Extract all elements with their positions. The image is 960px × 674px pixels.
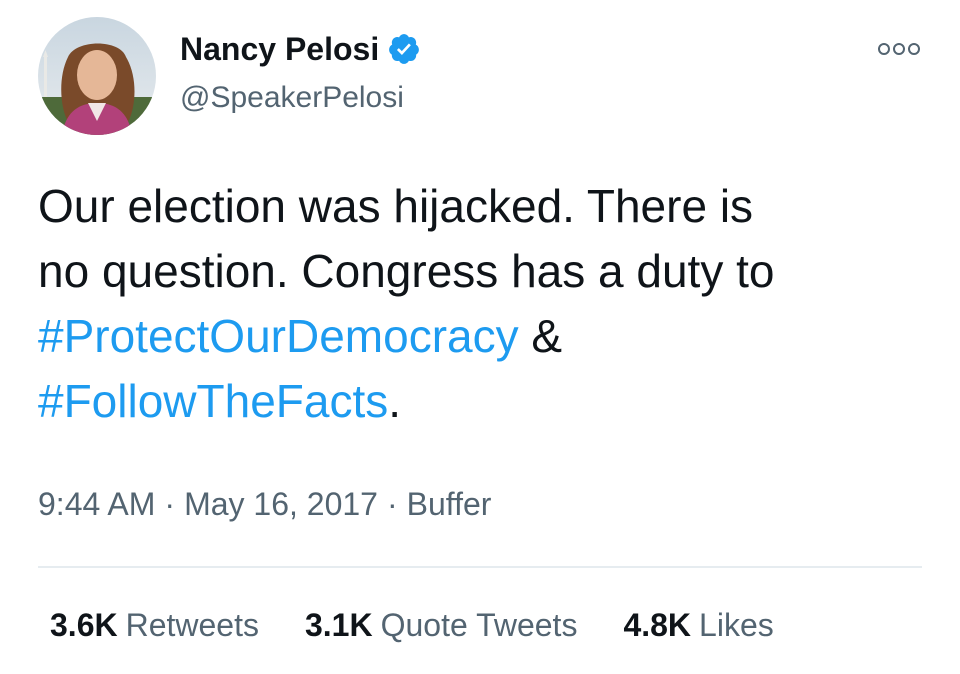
- likes-count: 4.8K: [623, 607, 692, 643]
- meta-separator: ·: [386, 486, 398, 522]
- likes-label: Likes: [699, 607, 774, 643]
- tweet-card: Nancy Pelosi @SpeakerPelosi Our election…: [0, 0, 960, 674]
- quote-tweets-stat[interactable]: 3.1K Quote Tweets: [305, 605, 577, 645]
- retweets-label: Retweets: [125, 607, 259, 643]
- likes-stat[interactable]: 4.8K Likes: [623, 605, 773, 645]
- quote-tweets-label: Quote Tweets: [380, 607, 578, 643]
- tweet-text-line: Our election was hijacked. There is: [38, 180, 754, 232]
- profile-photo-icon: [38, 17, 156, 135]
- avatar[interactable]: [38, 17, 156, 135]
- verified-badge-icon: [387, 32, 421, 66]
- author-name-row: Nancy Pelosi: [180, 30, 421, 68]
- tweet-time[interactable]: 9:44 AM: [38, 486, 155, 522]
- period-text: .: [388, 375, 402, 427]
- tweet-date[interactable]: May 16, 2017: [184, 486, 378, 522]
- meta-separator: ·: [164, 486, 176, 522]
- divider: [38, 566, 922, 568]
- tweet-text-line: #FollowTheFacts.: [38, 369, 928, 434]
- tweet-text: Our election was hijacked. There is no q…: [38, 174, 928, 434]
- retweets-stat[interactable]: 3.6K Retweets: [50, 605, 259, 645]
- more-options-icon[interactable]: [876, 38, 922, 60]
- tweet-text-line: no question. Congress has a duty to: [38, 245, 775, 297]
- author-handle[interactable]: @SpeakerPelosi: [180, 80, 404, 116]
- hashtag-link[interactable]: #FollowTheFacts: [38, 375, 388, 427]
- retweets-count: 3.6K: [50, 607, 118, 643]
- display-name[interactable]: Nancy Pelosi: [180, 30, 379, 68]
- ampersand-text: &: [518, 310, 563, 362]
- tweet-text-line: #ProtectOurDemocracy &: [38, 304, 928, 369]
- tweet-source[interactable]: Buffer: [407, 486, 492, 522]
- hashtag-link[interactable]: #ProtectOurDemocracy: [38, 310, 519, 362]
- quote-tweets-count: 3.1K: [304, 607, 373, 643]
- engagement-stats: 3.6K Retweets 3.1K Quote Tweets 4.8K Likes: [50, 605, 774, 645]
- tweet-meta: 9:44 AM · May 16, 2017 · Buffer: [38, 484, 491, 524]
